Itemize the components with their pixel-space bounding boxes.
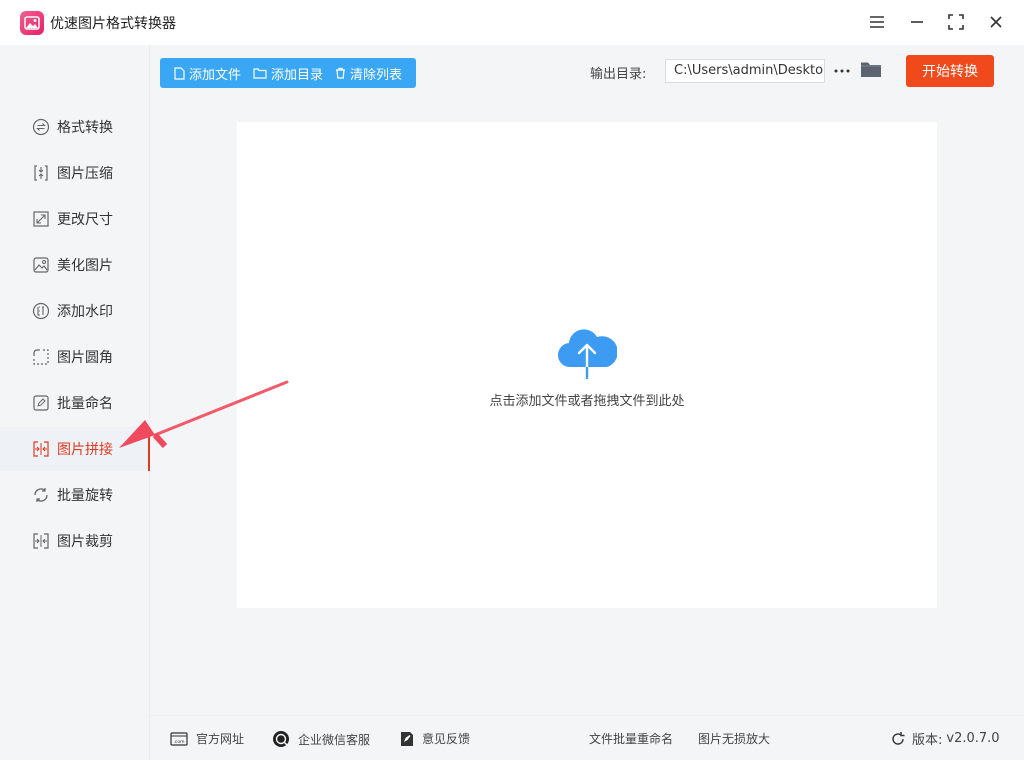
- compress-icon: [32, 164, 50, 182]
- minimize-icon: [911, 21, 923, 23]
- sidebar-item-resize[interactable]: 更改尺寸: [0, 197, 150, 241]
- website-label: 官方网址: [196, 732, 245, 746]
- main-panel: 添加文件 添加目录 清除列表 输出目录: C:\Users\admin\Desk…: [150, 45, 1024, 715]
- sidebar-item-label: 更改尺寸: [57, 212, 113, 228]
- sidebar-item-label: 图片圆角: [57, 350, 113, 366]
- sidebar-item-label: 格式转换: [57, 120, 113, 136]
- file-toolbar: 添加文件 添加目录 清除列表: [160, 58, 417, 88]
- add-folder-label: 添加目录: [271, 67, 324, 83]
- drop-zone-hint: 点击添加文件或者拖拽文件到此处: [489, 394, 685, 409]
- resize-icon: [32, 210, 50, 228]
- start-convert-button[interactable]: 开始转换: [906, 55, 994, 87]
- sidebar-item-round-corner[interactable]: 图片圆角: [0, 335, 150, 379]
- folder-icon: [861, 62, 881, 77]
- feedback-icon: [401, 731, 413, 746]
- app-title: 优速图片格式转换器: [50, 16, 176, 32]
- sidebar-item-compress[interactable]: 图片压缩: [0, 151, 150, 195]
- clear-list-button[interactable]: 清除列表: [335, 64, 402, 83]
- file-icon: [174, 66, 185, 80]
- refresh-icon: [892, 731, 905, 745]
- sidebar-item-beautify[interactable]: 美化图片: [0, 243, 150, 287]
- more-dots-icon: [834, 69, 850, 73]
- version-number: v2.0.7.0: [946, 731, 1000, 746]
- batch-rename-link[interactable]: 文件批量重命名: [589, 730, 673, 747]
- minimize-button[interactable]: [906, 11, 928, 33]
- file-drop-zone[interactable]: 点击添加文件或者拖拽文件到此处: [237, 122, 937, 608]
- stitch-icon: [32, 440, 50, 458]
- folder-outline-icon: [253, 68, 267, 79]
- sidebar-item-label: 美化图片: [57, 258, 113, 274]
- sidebar-item-watermark[interactable]: 添加水印: [0, 289, 150, 333]
- feedback-link[interactable]: 意见反馈: [400, 730, 470, 747]
- sidebar-item-format-convert[interactable]: 格式转换: [0, 105, 150, 149]
- trash-icon: [336, 67, 346, 79]
- lossless-enlarge-label: 图片无损放大: [698, 732, 771, 746]
- close-button[interactable]: [985, 11, 1007, 33]
- website-icon: .com: [170, 731, 188, 746]
- hamburger-menu-icon: [870, 16, 884, 28]
- svg-text:.com: .com: [174, 740, 185, 745]
- rename-icon: [32, 394, 50, 412]
- sidebar-item-crop[interactable]: 图片裁剪: [0, 519, 150, 563]
- sidebar-item-label: 批量旋转: [57, 488, 113, 504]
- version-info: 版本: v2.0.7.0: [890, 729, 1000, 748]
- sidebar-item-label: 图片压缩: [57, 166, 113, 182]
- wechat-label: 企业微信客服: [298, 732, 371, 747]
- convert-icon: [32, 118, 50, 136]
- sidebar-item-label: 批量命名: [57, 396, 113, 412]
- sidebar-item-stitch[interactable]: 图片拼接: [0, 427, 150, 471]
- add-file-label: 添加文件: [189, 67, 242, 83]
- sidebar: 格式转换 图片压缩 更改尺寸 美化图片 添加水印 图片圆角 批量命名 图片拼接 …: [0, 45, 150, 760]
- rotate-icon: [32, 486, 50, 504]
- cloud-upload-icon: [558, 329, 617, 379]
- menu-button[interactable]: [866, 11, 888, 33]
- wechat-service-link[interactable]: 企业微信客服: [272, 730, 370, 748]
- clear-list-label: 清除列表: [350, 67, 403, 83]
- feedback-label: 意见反馈: [422, 732, 471, 746]
- website-link[interactable]: .com 官方网址: [170, 730, 244, 747]
- maximize-button[interactable]: [945, 11, 967, 33]
- sidebar-item-rename[interactable]: 批量命名: [0, 381, 150, 425]
- lossless-enlarge-link[interactable]: 图片无损放大: [698, 730, 770, 747]
- version-label: 版本:: [912, 733, 943, 748]
- beautify-icon: [32, 256, 50, 274]
- title-bar: 优速图片格式转换器: [0, 0, 1024, 45]
- sidebar-item-label: 图片拼接: [57, 442, 113, 458]
- crop-icon: [32, 532, 50, 550]
- output-dir-label: 输出目录:: [590, 67, 647, 82]
- watermark-icon: [32, 302, 50, 320]
- close-icon: [990, 16, 1002, 28]
- maximize-icon: [948, 14, 964, 30]
- batch-rename-label: 文件批量重命名: [589, 732, 674, 746]
- sidebar-item-label: 图片裁剪: [57, 534, 113, 550]
- wechat-icon: [273, 731, 289, 747]
- add-file-button[interactable]: 添加文件: [174, 64, 241, 83]
- sidebar-item-rotate[interactable]: 批量旋转: [0, 473, 150, 517]
- add-folder-button[interactable]: 添加目录: [253, 64, 323, 83]
- output-dir-field[interactable]: C:\Users\admin\Desktop: [665, 59, 825, 83]
- round-corner-icon: [32, 348, 50, 366]
- sidebar-item-label: 添加水印: [57, 304, 113, 320]
- footer-bar: .com 官方网址 企业微信客服 意见反馈 文件批量重命名 图片无损放大 版本:…: [150, 715, 1024, 760]
- app-logo: [20, 11, 44, 35]
- open-folder-button[interactable]: [860, 60, 882, 82]
- more-options-button[interactable]: [831, 59, 853, 83]
